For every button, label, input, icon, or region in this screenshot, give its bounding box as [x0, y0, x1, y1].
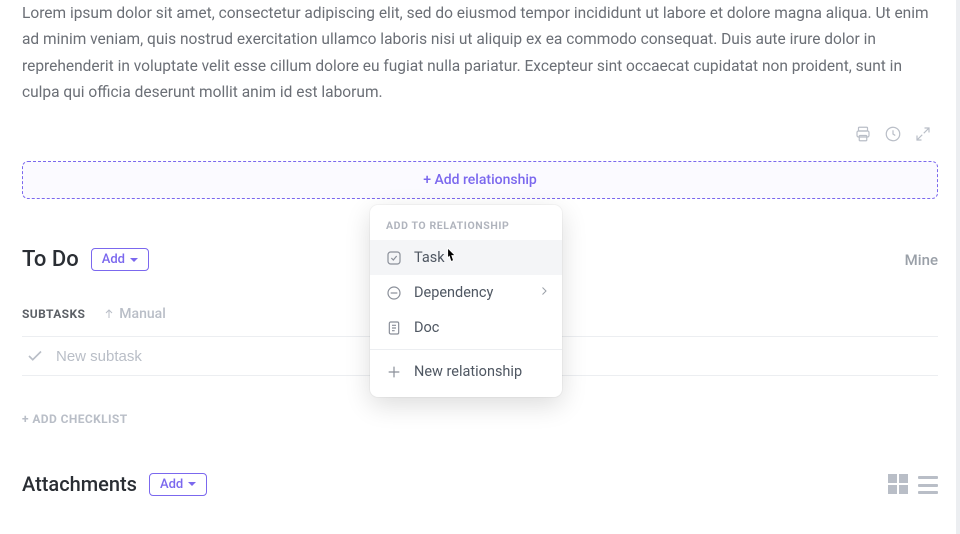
check-icon	[26, 347, 44, 365]
chevron-right-icon	[538, 284, 550, 301]
list-view-icon[interactable]	[918, 474, 938, 494]
mine-filter[interactable]: Mine	[905, 251, 938, 269]
doc-icon	[386, 320, 402, 336]
chevron-down-icon	[130, 258, 138, 262]
subtasks-sort-label: Manual	[119, 306, 165, 322]
todo-section-title: To Do	[22, 247, 79, 272]
chevron-down-icon	[188, 482, 196, 486]
dropdown-item-label: Doc	[414, 319, 439, 336]
add-relationship-button[interactable]: + Add relationship	[22, 161, 938, 199]
expand-icon[interactable]	[914, 125, 932, 147]
todo-add-label: Add	[102, 252, 125, 267]
add-checklist-button[interactable]: + ADD CHECKLIST	[22, 412, 938, 426]
plus-icon	[386, 364, 402, 380]
dropdown-item-new-relationship[interactable]: New relationship	[370, 354, 562, 389]
dropdown-item-doc[interactable]: Doc	[370, 310, 562, 345]
scrollbar-track[interactable]	[956, 0, 960, 534]
todo-add-button[interactable]: Add	[91, 248, 149, 271]
dropdown-item-label: Task	[414, 249, 445, 266]
attachments-section-title: Attachments	[22, 472, 137, 496]
history-icon[interactable]	[884, 125, 902, 147]
attachments-add-button[interactable]: Add	[149, 473, 207, 496]
task-description[interactable]: Lorem ipsum dolor sit amet, consectetur …	[22, 0, 938, 111]
dropdown-item-dependency[interactable]: Dependency	[370, 275, 562, 310]
grid-view-icon[interactable]	[888, 474, 908, 494]
dropdown-item-label: Dependency	[414, 284, 493, 301]
task-check-icon	[386, 250, 402, 266]
dropdown-item-task[interactable]: Task	[370, 240, 562, 275]
dropdown-item-label: New relationship	[414, 363, 522, 380]
dependency-icon	[386, 285, 402, 301]
arrow-up-icon	[103, 308, 115, 320]
subtasks-label: SUBTASKS	[22, 307, 85, 321]
dropdown-separator	[370, 349, 562, 350]
print-icon[interactable]	[854, 125, 872, 147]
dropdown-header: ADD TO RELATIONSHIP	[370, 213, 562, 240]
relationship-dropdown: ADD TO RELATIONSHIP Task Dependency Doc …	[370, 205, 562, 397]
subtasks-sort-toggle[interactable]: Manual	[103, 306, 165, 322]
attachments-add-label: Add	[160, 477, 183, 492]
